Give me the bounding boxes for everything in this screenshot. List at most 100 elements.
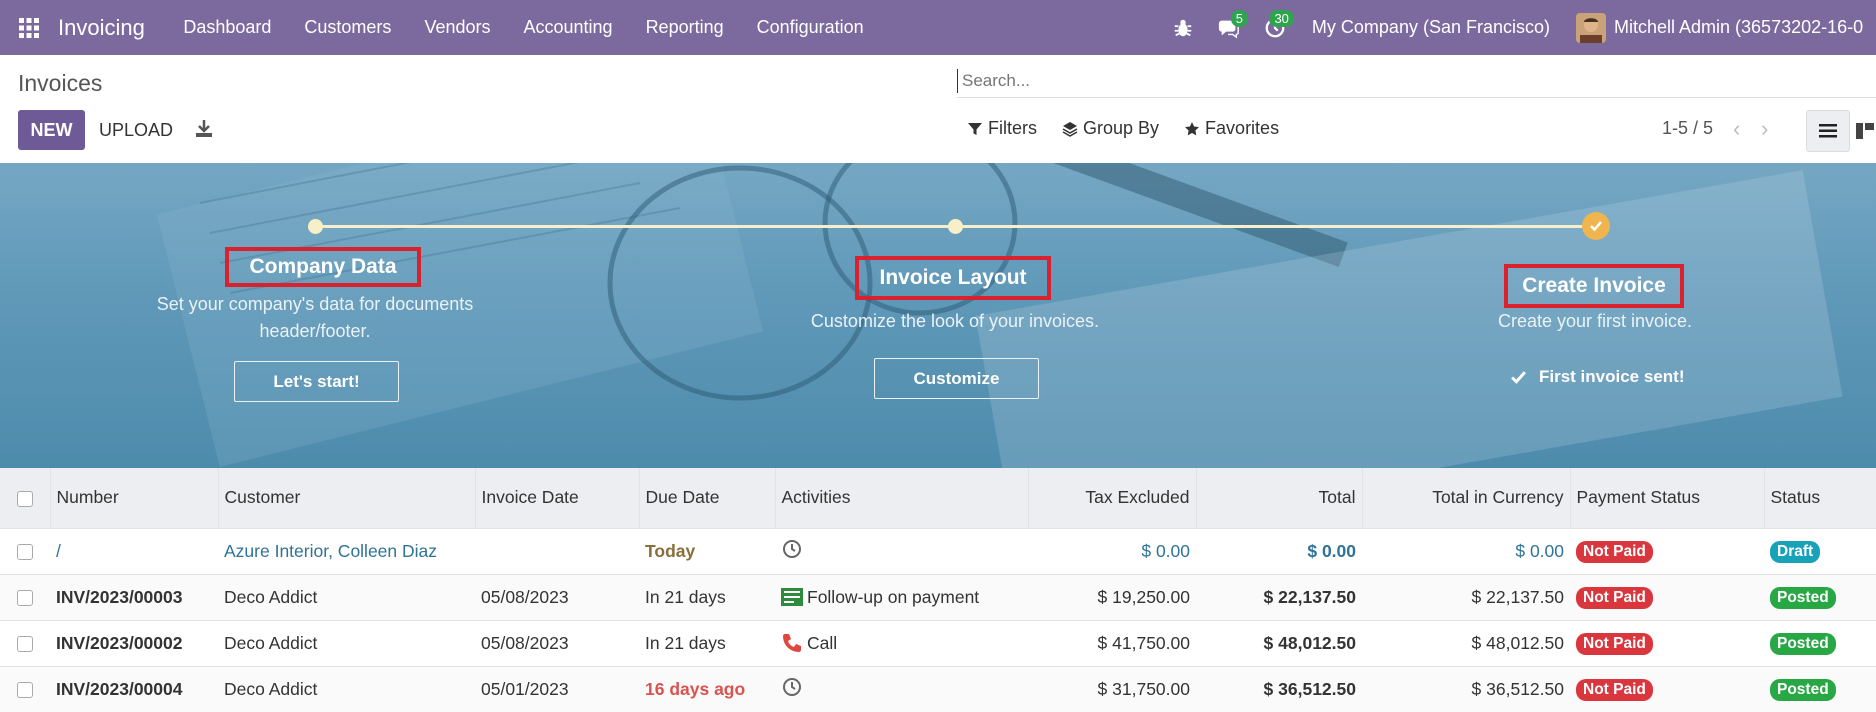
apps-grid-icon[interactable] <box>0 0 58 55</box>
col-due-date[interactable]: Due Date <box>639 468 776 528</box>
invoice-total: $ 36,512.50 <box>1196 665 1362 712</box>
col-tax-excluded[interactable]: Tax Excluded <box>1028 468 1197 528</box>
list-view-icon <box>1819 124 1837 138</box>
favorites-label: Favorites <box>1205 118 1280 138</box>
col-payment-status[interactable]: Payment Status <box>1570 468 1765 528</box>
check-icon <box>1511 370 1526 384</box>
new-button[interactable]: NEW <box>18 110 85 150</box>
download-icon[interactable] <box>193 117 215 139</box>
step-invoice-layout-description: Customize the look of your invoices. <box>810 311 1100 331</box>
col-activities[interactable]: Activities <box>775 468 1029 528</box>
invoice-customer: Deco Addict <box>218 573 475 620</box>
list-view-button[interactable] <box>1806 110 1850 152</box>
invoice-due-date: 16 days ago <box>639 665 775 712</box>
menu-configuration[interactable]: Configuration <box>740 17 880 38</box>
row-checkbox[interactable] <box>17 589 33 606</box>
progress-line-2 <box>956 225 1596 228</box>
user-avatar[interactable] <box>1576 12 1606 43</box>
status-cell: Posted <box>1764 619 1876 666</box>
status-badge: Posted <box>1770 632 1836 655</box>
payment-status-badge: Not Paid <box>1576 678 1653 701</box>
col-customer[interactable]: Customer <box>218 468 476 528</box>
status-cell: Posted <box>1764 573 1876 620</box>
invoice-tax-excluded: $ 0.00 <box>1028 527 1196 574</box>
invoice-total: $ 48,012.50 <box>1196 619 1362 666</box>
kanban-view-button[interactable] <box>1856 110 1876 152</box>
invoices-list: Number Customer Invoice Date Due Date Ac… <box>0 468 1876 712</box>
invoice-total: $ 22,137.50 <box>1196 573 1362 620</box>
row-checkbox[interactable] <box>17 682 33 699</box>
table-row[interactable]: INV/2023/00004 Deco Addict 05/01/2023 16… <box>0 665 1876 712</box>
status-cell: Draft <box>1764 527 1876 574</box>
step-company-data-desc-line1: Set your company's data for documents <box>156 294 474 314</box>
customize-button[interactable]: Customize <box>874 358 1039 399</box>
menu-customers[interactable]: Customers <box>288 17 408 38</box>
pager-next-icon[interactable]: › <box>1761 116 1781 141</box>
pager-value[interactable]: 1-5 / 5 <box>1662 118 1713 139</box>
activities-clock-icon[interactable]: 30 <box>1252 0 1298 55</box>
invoice-date: 05/01/2023 <box>475 665 639 712</box>
invoice-tax-excluded: $ 31,750.00 <box>1028 665 1196 712</box>
phone-icon[interactable] <box>781 633 803 653</box>
favorites-toggle[interactable]: Favorites <box>1184 118 1279 139</box>
row-checkbox[interactable] <box>17 543 33 560</box>
messages-badge: 5 <box>1230 10 1248 27</box>
row-checkbox[interactable] <box>17 635 33 652</box>
activities-badge: 30 <box>1269 10 1294 27</box>
invoice-total: $ 0.00 <box>1196 527 1362 574</box>
invoice-total-currency: $ 22,137.50 <box>1362 573 1570 620</box>
messages-icon[interactable]: 5 <box>1206 0 1252 55</box>
debug-bug-icon[interactable] <box>1160 0 1206 55</box>
upload-button[interactable]: UPLOAD <box>99 110 173 150</box>
top-navbar: Invoicing Dashboard Customers Vendors Ac… <box>0 0 1876 55</box>
filter-funnel-icon <box>968 122 982 135</box>
payment-status-badge: Not Paid <box>1576 586 1653 609</box>
activity-cell <box>775 665 1028 712</box>
navbar-systray: 5 30 My Company (San Francisco) Mitchell… <box>1160 0 1876 55</box>
menu-dashboard[interactable]: Dashboard <box>167 17 288 38</box>
status-badge: Draft <box>1770 540 1821 563</box>
activity-clock-icon[interactable] <box>781 538 803 560</box>
activity-clock-icon[interactable] <box>781 676 803 698</box>
invoices-table: Number Customer Invoice Date Due Date Ac… <box>0 468 1876 712</box>
table-row[interactable]: INV/2023/00002 Deco Addict 05/08/2023 In… <box>0 619 1876 666</box>
menu-reporting[interactable]: Reporting <box>629 17 740 38</box>
table-row[interactable]: / Azure Interior, Colleen Diaz Today $ 0… <box>0 527 1876 574</box>
app-name[interactable]: Invoicing <box>58 15 145 41</box>
col-number[interactable]: Number <box>50 468 219 528</box>
row-select-cell <box>0 527 50 574</box>
col-total[interactable]: Total <box>1196 468 1363 528</box>
status-badge: Posted <box>1770 678 1836 701</box>
select-all-checkbox[interactable] <box>16 490 33 507</box>
invoice-number: INV/2023/00004 <box>50 665 218 712</box>
invoice-number: INV/2023/00003 <box>50 573 218 620</box>
col-total-in-currency[interactable]: Total in Currency <box>1362 468 1571 528</box>
user-menu[interactable]: Mitchell Admin (36573202-16-0 <box>1614 17 1876 38</box>
invoice-due-date: In 21 days <box>639 573 775 620</box>
filters-toggle[interactable]: Filters <box>967 118 1037 139</box>
activity-cell <box>775 527 1028 574</box>
status-cell: Posted <box>1764 665 1876 712</box>
invoice-due-date: In 21 days <box>639 619 775 666</box>
groupby-toggle[interactable]: Group By <box>1062 118 1159 139</box>
menu-vendors[interactable]: Vendors <box>408 17 507 38</box>
first-invoice-sent-status: First invoice sent! <box>1510 367 1684 387</box>
col-invoice-date[interactable]: Invoice Date <box>475 468 640 528</box>
company-switcher[interactable]: My Company (San Francisco) <box>1312 17 1550 38</box>
step-create-invoice-description: Create your first invoice. <box>1497 311 1693 331</box>
pager-previous-icon[interactable]: ‹ <box>1733 116 1753 141</box>
col-status[interactable]: Status <box>1764 468 1876 528</box>
lets-start-button[interactable]: Let's start! <box>234 361 399 402</box>
table-row[interactable]: INV/2023/00003 Deco Addict 05/08/2023 In… <box>0 573 1876 620</box>
activity-label: Follow-up on payment <box>807 586 980 607</box>
step-2-dot <box>948 219 963 234</box>
activity-cell: Call <box>775 619 1028 666</box>
row-select-cell <box>0 573 50 620</box>
menu-accounting[interactable]: Accounting <box>507 17 629 38</box>
invoice-tax-excluded: $ 19,250.00 <box>1028 573 1196 620</box>
follow-up-activity-icon[interactable] <box>781 587 803 607</box>
first-invoice-sent-label: First invoice sent! <box>1539 367 1685 386</box>
search-bar <box>957 64 1876 98</box>
search-input[interactable] <box>957 68 1876 93</box>
invoice-customer: Deco Addict <box>218 619 475 666</box>
